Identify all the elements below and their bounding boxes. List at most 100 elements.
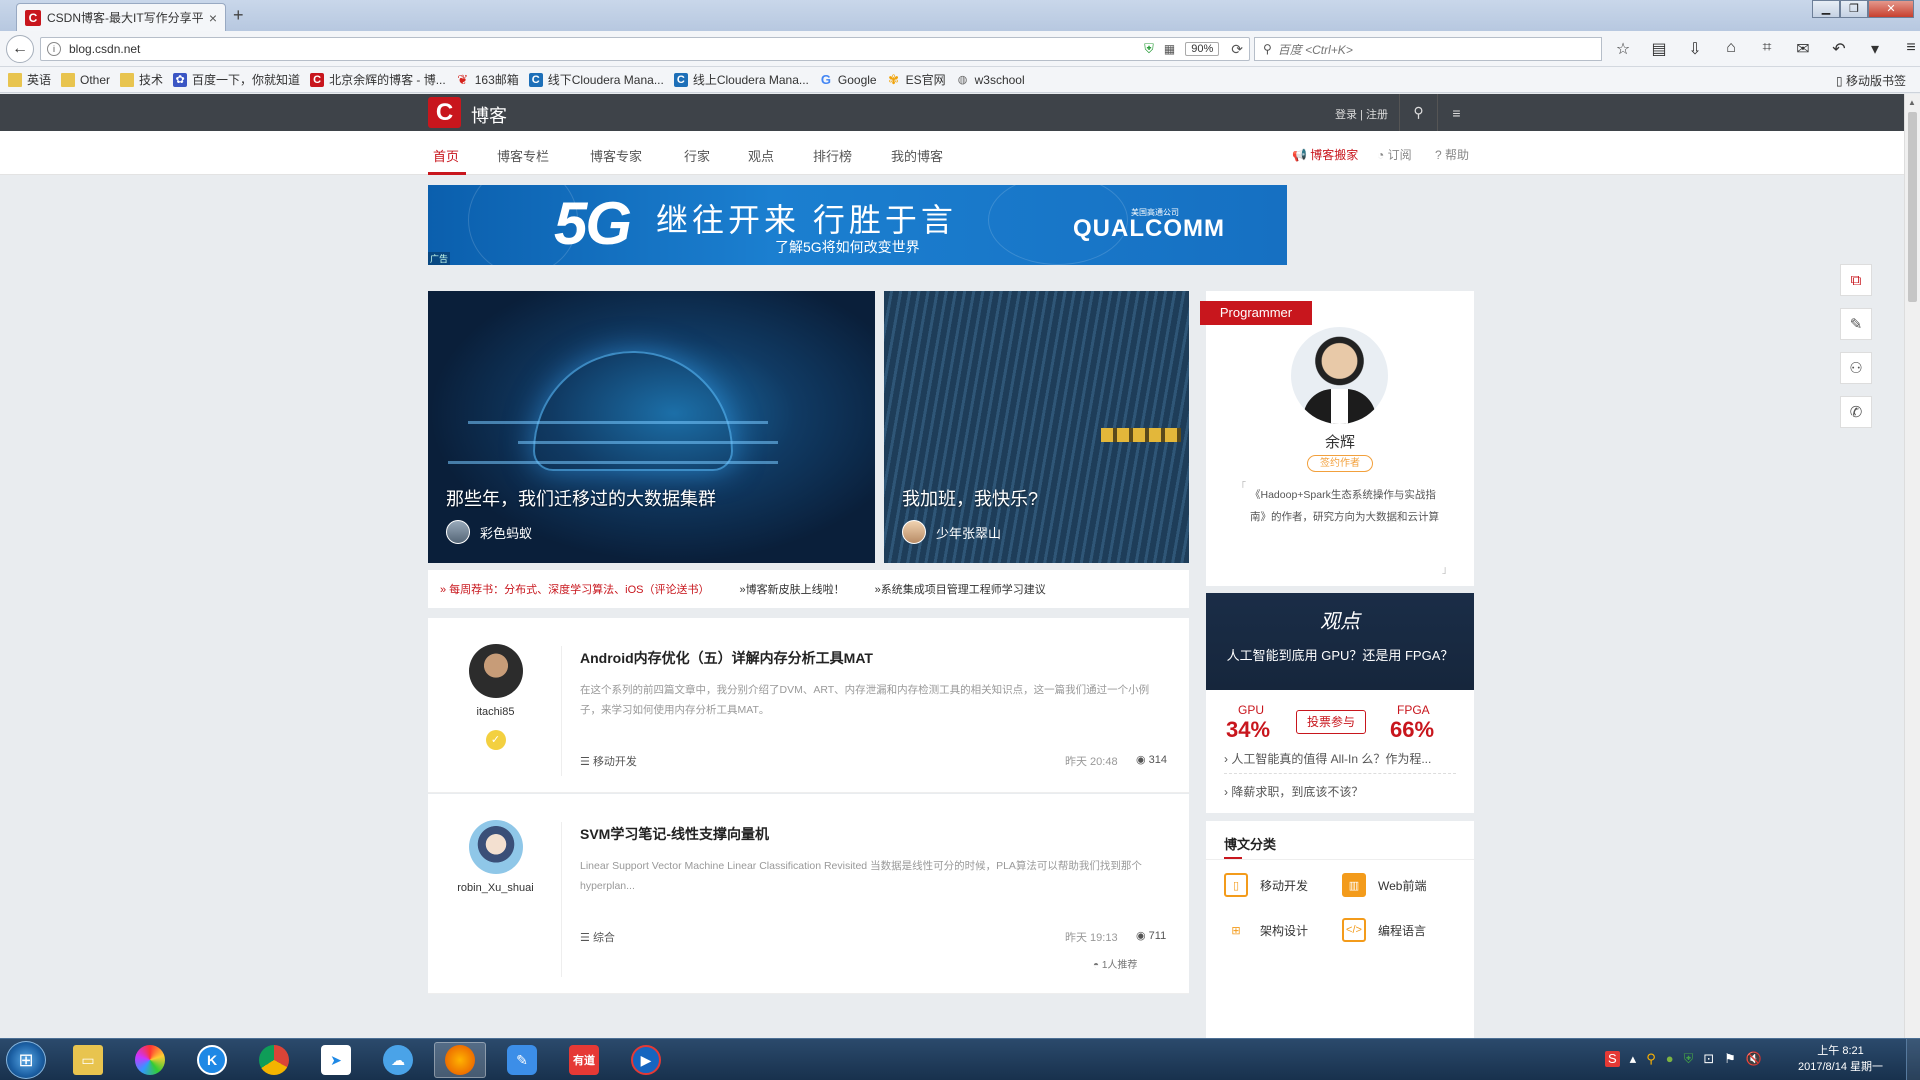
flag-tray-icon[interactable]: ⚑ xyxy=(1724,1051,1736,1067)
start-button[interactable]: ⊞ xyxy=(6,1041,46,1079)
feature-card[interactable]: 我加班，我快乐? 少年张翠山 xyxy=(884,291,1189,563)
menu-icon[interactable]: ≡ xyxy=(1900,39,1920,59)
login-register-link[interactable]: 登录 | 注册 xyxy=(1335,106,1388,122)
site-info-icon[interactable]: i xyxy=(47,42,61,56)
recommend-link[interactable]: »系统集成项目管理工程师学习建议 xyxy=(875,581,1046,597)
opinion-link[interactable]: › 降薪求职，到底该不该？ xyxy=(1224,783,1456,800)
dropdown-icon[interactable]: ▾ xyxy=(1864,39,1886,59)
show-desktop-button[interactable] xyxy=(1906,1039,1920,1080)
site-title[interactable]: 博客 xyxy=(471,102,507,128)
reload-icon[interactable]: ⟳ xyxy=(1231,41,1243,58)
chat-icon[interactable]: ✉ xyxy=(1792,39,1814,59)
float-feedback-icon[interactable]: ✆ xyxy=(1840,396,1872,428)
youdao-taskbar-icon[interactable]: 有道 xyxy=(558,1042,610,1078)
explorer-taskbar-icon[interactable]: ▭ xyxy=(62,1042,114,1078)
close-window-button[interactable]: ✕ xyxy=(1868,0,1914,18)
float-blog-move-icon[interactable]: ⧉ xyxy=(1840,264,1872,296)
nav-opinion[interactable]: 观点 xyxy=(748,146,774,165)
author-name[interactable]: robin_Xu_shuai xyxy=(428,882,563,894)
ad-banner[interactable]: 5G 继往开来 行胜于言 了解5G将如何改变世界 美国高通公司 QUALCOMM… xyxy=(428,185,1287,265)
crop-icon[interactable]: ⌗ xyxy=(1756,39,1778,59)
new-tab-button[interactable]: + xyxy=(233,5,244,26)
blog-move-link[interactable]: 📢 博客搬家 xyxy=(1292,146,1358,163)
bookmark-item[interactable]: C 线下Cloudera Mana... xyxy=(528,71,664,88)
nav-hangjia[interactable]: 行家 xyxy=(684,146,710,165)
programmer-name[interactable]: 余辉 xyxy=(1206,431,1474,452)
qr-code-icon[interactable]: ▦ xyxy=(1164,42,1175,56)
volume-muted-icon[interactable]: 🔇 xyxy=(1746,1051,1762,1067)
float-write-icon[interactable]: ✎ xyxy=(1840,308,1872,340)
address-bar[interactable]: i blog.csdn.net ⛨ ▦ 90% ⟳ xyxy=(40,37,1250,61)
article-title[interactable]: Android内存优化（五）详解内存分析工具MAT xyxy=(580,648,873,668)
nav-home[interactable]: 首页 xyxy=(433,146,459,165)
article-category[interactable]: ☰ 移动开发 xyxy=(580,753,637,769)
maximize-button[interactable]: ❐ xyxy=(1840,0,1868,18)
feature-author[interactable]: 彩色蚂蚁 xyxy=(446,520,532,544)
download-icon[interactable]: ⇩ xyxy=(1684,39,1706,59)
search-tray-icon[interactable]: ⚲ xyxy=(1646,1051,1656,1067)
vertical-scrollbar[interactable]: ▲ xyxy=(1904,94,1920,1038)
scroll-up-icon[interactable]: ▲ xyxy=(1908,98,1916,107)
scroll-thumb[interactable] xyxy=(1908,112,1917,302)
baidu-netdisk-taskbar-icon[interactable]: ☁ xyxy=(372,1042,424,1078)
vote-button[interactable]: 投票参与 xyxy=(1296,710,1366,734)
subscribe-link[interactable]: ◔ 订阅 xyxy=(1377,146,1412,163)
search-input[interactable]: ⚲ 百度 <Ctrl+K> xyxy=(1254,37,1602,61)
picture-app-taskbar-icon[interactable] xyxy=(124,1042,176,1078)
bookmark-item[interactable]: C 北京余辉的博客 - 博... xyxy=(310,71,446,88)
mail-taskbar-icon[interactable]: ➤ xyxy=(310,1042,362,1078)
bookmark-item[interactable]: 技术 xyxy=(120,71,163,88)
nav-columns[interactable]: 博客专栏 xyxy=(497,146,549,165)
security-tray-icon[interactable]: ⛨ xyxy=(1684,1051,1694,1067)
header-search-icon[interactable]: ⚲ xyxy=(1399,94,1437,131)
bookmark-item[interactable]: ✾ ES官网 xyxy=(887,71,945,88)
undo-icon[interactable]: ↶ xyxy=(1828,39,1850,59)
url-text[interactable]: blog.csdn.net xyxy=(69,42,1144,56)
vote-question[interactable]: 人工智能到底用 GPU？还是用 FPGA？ xyxy=(1206,645,1474,664)
recommend-link[interactable]: »博客新皮肤上线啦！ xyxy=(740,581,845,597)
network-tray-icon[interactable]: ⊡ xyxy=(1703,1051,1714,1067)
article-title[interactable]: SVM学习笔记-线性支撑向量机 xyxy=(580,824,769,844)
app-tray-icon[interactable]: ● xyxy=(1666,1051,1674,1067)
author-name[interactable]: itachi85 xyxy=(428,706,563,718)
avatar[interactable] xyxy=(468,644,523,698)
firefox-taskbar-icon[interactable] xyxy=(434,1042,486,1078)
article-category[interactable]: ☰ 综合 xyxy=(580,929,615,945)
feature-card[interactable]: 那些年，我们迁移过的大数据集群 彩色蚂蚁 xyxy=(428,291,875,563)
bookmark-item[interactable]: ◍ w3school xyxy=(956,73,1025,87)
avatar[interactable] xyxy=(1291,327,1388,424)
opinion-link[interactable]: › 人工智能真的值得 All-In 么？作为程... xyxy=(1224,750,1456,767)
help-link[interactable]: ? 帮助 xyxy=(1435,146,1469,163)
recommend-link[interactable]: » 每周荐书：分布式、深度学习算法、iOS（评论送书） xyxy=(440,581,710,597)
feature-title[interactable]: 我加班，我快乐? xyxy=(902,485,1038,511)
bookmark-item[interactable]: G Google xyxy=(819,72,877,87)
mobile-bookmarks[interactable]: ▯ 移动版书签 xyxy=(1836,72,1906,89)
bookmark-item[interactable]: C 线上Cloudera Mana... xyxy=(673,71,809,88)
back-button[interactable]: ← xyxy=(6,35,34,63)
security-shield-icon[interactable]: ⛨ xyxy=(1144,41,1154,57)
category-item-web[interactable]: ▥ Web前端 xyxy=(1342,873,1426,897)
category-item-mobile[interactable]: ▯ 移动开发 xyxy=(1224,873,1308,897)
bookmarks-list-icon[interactable]: ▤ xyxy=(1648,39,1670,59)
kugou-taskbar-icon[interactable]: K xyxy=(186,1042,238,1078)
category-item-architecture[interactable]: ⊞ 架构设计 xyxy=(1224,918,1308,942)
feature-title[interactable]: 那些年，我们迁移过的大数据集群 xyxy=(446,485,716,511)
tab-close-icon[interactable]: × xyxy=(209,10,217,26)
bookmark-star-icon[interactable]: ☆ xyxy=(1612,39,1634,59)
category-item-language[interactable]: </> 编程语言 xyxy=(1342,918,1426,942)
csdn-logo[interactable]: C xyxy=(428,97,461,128)
bookmark-item[interactable]: 英语 xyxy=(8,71,51,88)
avatar[interactable] xyxy=(468,820,523,874)
nav-my-blog[interactable]: 我的博客 xyxy=(891,146,943,165)
zoom-level[interactable]: 90% xyxy=(1185,42,1220,56)
bookmark-item[interactable]: ❦ 163邮箱 xyxy=(456,71,518,88)
minimize-button[interactable]: ▁ xyxy=(1812,0,1840,18)
sogou-ime-icon[interactable]: S xyxy=(1605,1051,1620,1067)
tray-expand-icon[interactable]: ▴ xyxy=(1630,1051,1637,1067)
bookmark-item[interactable]: Other xyxy=(61,72,110,87)
nav-experts[interactable]: 博客专家 xyxy=(590,146,642,165)
player-taskbar-icon[interactable]: ▶ xyxy=(620,1042,672,1078)
browser-tab[interactable]: C CSDN博客-最大IT写作分享平 × xyxy=(16,3,226,31)
note-taskbar-icon[interactable]: ✎ xyxy=(496,1042,548,1078)
chrome-taskbar-icon[interactable] xyxy=(248,1042,300,1078)
